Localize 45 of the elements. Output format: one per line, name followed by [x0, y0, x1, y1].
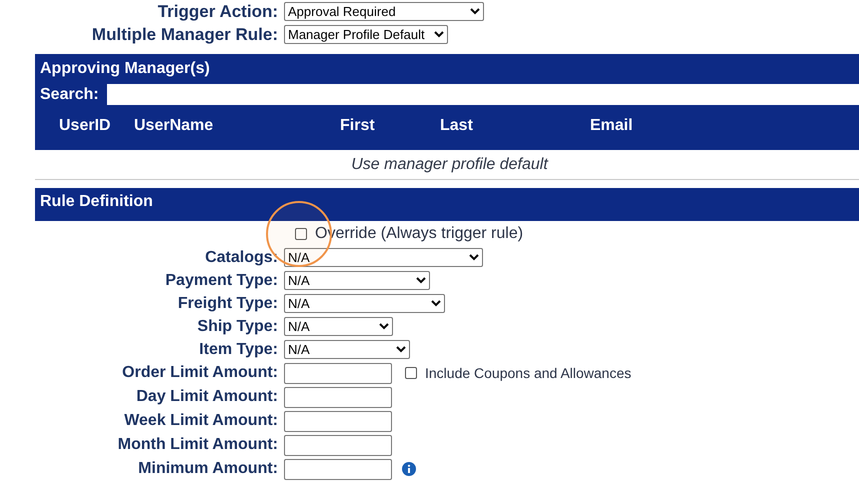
- checkbox-label: Include Coupons and Allowances: [425, 364, 632, 383]
- text-field[interactable]: [284, 362, 392, 384]
- search-field[interactable]: [107, 84, 859, 105]
- text-field[interactable]: [284, 386, 392, 408]
- column-header[interactable]: UserID: [59, 114, 134, 150]
- field-label: Day Limit Amount:: [135, 387, 279, 407]
- section-title: Approving Manager(s): [39, 58, 211, 78]
- column-header[interactable]: Last: [440, 114, 590, 150]
- field-label: Payment Type:: [164, 270, 279, 290]
- text-field[interactable]: [284, 410, 392, 432]
- column-header[interactable]: First: [340, 114, 440, 150]
- column-header[interactable]: Email: [590, 114, 710, 150]
- field-label: Freight Type:: [176, 294, 279, 314]
- dropdown[interactable]: N/A: [284, 248, 483, 267]
- field-label: Catalogs:: [204, 248, 279, 268]
- dropdown[interactable]: Approval Required: [284, 2, 484, 21]
- section-title: Rule Definition: [35, 188, 859, 221]
- field-label: Trigger Action:: [156, 0, 279, 23]
- caret-icon: [470, 8, 480, 15]
- dropdown[interactable]: N/A: [284, 271, 430, 290]
- field-label: Month Limit Amount:: [116, 435, 279, 455]
- field-label: Minimum Amount:: [137, 459, 279, 479]
- text-field[interactable]: [284, 458, 392, 480]
- dropdown[interactable]: N/A: [284, 317, 393, 336]
- dropdown[interactable]: N/A: [284, 294, 445, 313]
- dropdown[interactable]: N/A: [284, 340, 410, 359]
- column-header[interactable]: UserName: [134, 114, 340, 150]
- caret-icon: [431, 300, 441, 307]
- search-label: Search:: [40, 84, 100, 104]
- field-label: Week Limit Amount:: [123, 411, 279, 431]
- dropdown[interactable]: Manager Profile Default: [284, 25, 448, 44]
- field-label: Ship Type:: [196, 316, 279, 336]
- caret-icon: [416, 277, 426, 284]
- text-field[interactable]: [284, 434, 392, 456]
- caret-icon: [379, 323, 389, 330]
- info-icon[interactable]: [402, 462, 416, 476]
- caret-icon: [396, 346, 406, 353]
- field-label: Multiple Manager Rule:: [90, 24, 279, 46]
- empty-message: Use manager profile default: [351, 154, 548, 174]
- caret-icon: [434, 31, 444, 38]
- checkbox[interactable]: [295, 228, 307, 240]
- field-label: Order Limit Amount:: [121, 363, 279, 383]
- caret-icon: [469, 254, 479, 261]
- checkbox[interactable]: [405, 367, 417, 379]
- field-label: Item Type:: [198, 340, 279, 360]
